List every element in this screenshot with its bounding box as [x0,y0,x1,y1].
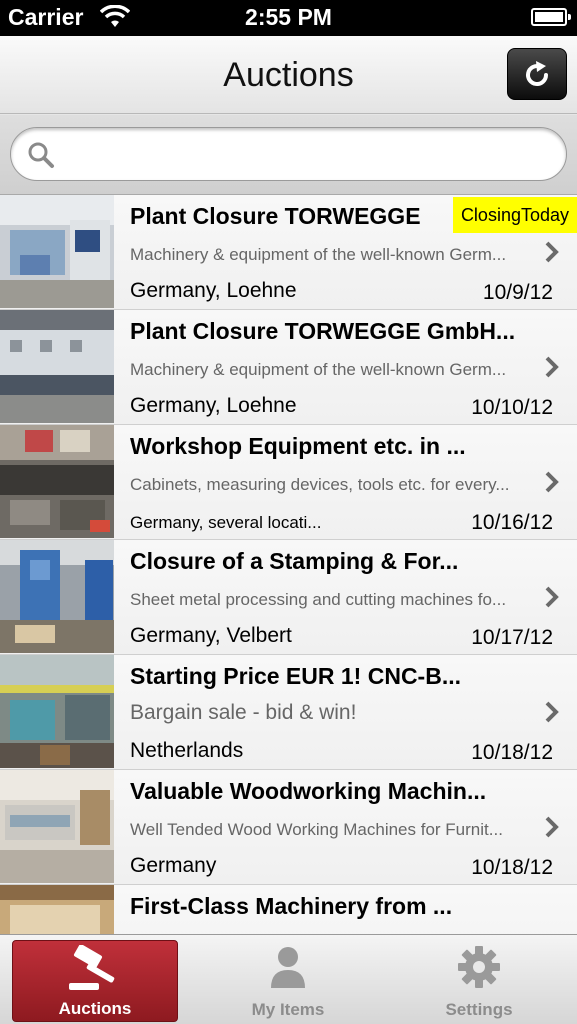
auction-description: Well Tended Wood Working Machines for Fu… [130,820,503,839]
auction-description: Sheet metal processing and cutting machi… [130,590,507,609]
gear-icon [458,946,500,988]
refresh-button[interactable] [507,48,567,100]
auction-location: Germany, Loehne [130,394,297,417]
auction-thumbnail [0,195,114,308]
auction-title: Starting Price EUR 1! CNC-B... [130,663,461,689]
tab-label: Settings [445,1000,513,1019]
page-title: Auctions [223,56,354,94]
closing-today-badge: ClosingToday [452,197,577,233]
tab-bar: Auctions My Items Settings [0,934,577,1024]
auction-title: Plant Closure TORWEGGE GmbH... [130,318,516,344]
auction-title: Closure of a Stamping & For... [130,548,459,574]
auction-date: 10/16/12 [471,511,553,534]
auction-location: Germany [130,854,217,877]
auction-thumbnail [0,540,114,653]
navigation-bar: Auctions [0,36,577,114]
auction-date: 10/10/12 [471,396,553,419]
auction-row[interactable]: Valuable Woodworking Machin... Well Tend… [0,770,577,885]
auction-location: Germany, Velbert [130,624,292,647]
tab-settings[interactable]: Settings [396,940,562,1022]
auction-thumbnail [0,425,114,538]
search-input[interactable] [63,136,543,172]
auction-row[interactable]: Starting Price EUR 1! CNC-B... Bargain s… [0,655,577,770]
auction-list[interactable]: Plant Closure TORWEGGE ClosingToday Mach… [0,195,577,934]
auction-title: Workshop Equipment etc. in ... [130,433,466,459]
auction-row[interactable]: Workshop Equipment etc. in ... Cabinets,… [0,425,577,540]
auction-date: 10/18/12 [471,741,553,764]
clock: 2:55 PM [245,4,332,30]
auction-location: Germany, several locati... [130,513,322,532]
auction-date: 10/18/12 [471,856,553,879]
battery-icon [531,8,571,26]
chevron-right-icon [545,816,559,838]
chevron-right-icon [545,586,559,608]
auction-thumbnail [0,655,114,768]
auction-location: Germany, Loehne [130,279,297,302]
tab-label: Auctions [58,999,132,1018]
tab-auctions[interactable]: Auctions [12,940,178,1022]
auction-thumbnail [0,885,114,934]
auction-description: Cabinets, measuring devices, tools etc. … [130,475,510,494]
search-bar [0,115,577,195]
person-icon [271,947,305,988]
auction-description: Machinery & equipment of the well-known … [130,245,507,264]
auction-location: Netherlands [130,739,244,762]
auction-thumbnail [0,310,114,423]
auction-row[interactable]: Plant Closure TORWEGGE ClosingToday Mach… [0,195,577,310]
search-field[interactable] [10,127,567,181]
refresh-icon [526,61,548,86]
chevron-right-icon [545,356,559,378]
tab-my-items[interactable]: My Items [205,940,371,1022]
auction-description: Machinery & equipment of the well-known … [130,360,507,379]
auction-title: First-Class Machinery from ... [130,893,453,919]
auction-date: 10/17/12 [471,626,553,649]
status-bar: Carrier 2:55 PM [0,0,577,36]
auction-title: Valuable Woodworking Machin... [130,778,487,804]
chevron-right-icon [545,471,559,493]
tab-label: My Items [251,1000,325,1019]
auction-row[interactable]: First-Class Machinery from ... [0,885,577,934]
search-icon [28,142,54,168]
auction-thumbnail [0,770,114,883]
chevron-right-icon [545,241,559,263]
auction-row[interactable]: Closure of a Stamping & For... Sheet met… [0,540,577,655]
auction-description: Bargain sale - bid & win! [130,701,357,724]
auction-row[interactable]: Plant Closure TORWEGGE GmbH... Machinery… [0,310,577,425]
gavel-icon [69,945,115,990]
auction-date: 10/9/12 [482,281,553,304]
chevron-right-icon [545,701,559,723]
